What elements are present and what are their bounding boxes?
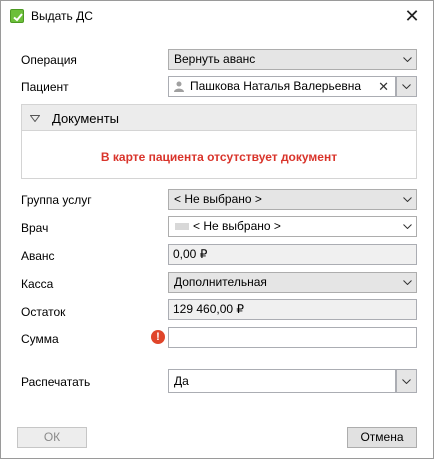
print-dropdown-button[interactable] — [396, 369, 417, 393]
patient-dropdown-button[interactable] — [396, 76, 417, 97]
patient-field[interactable]: Пашкова Наталья Валерьевна ✕ — [168, 76, 396, 97]
chevron-down-icon — [403, 224, 412, 229]
cancel-button[interactable]: Отмена — [347, 427, 417, 448]
ok-button[interactable]: ОК — [17, 427, 87, 448]
advance-label: Аванс — [21, 249, 55, 263]
collapse-triangle-icon — [30, 115, 40, 122]
service-group-label: Группа услуг — [21, 193, 92, 207]
balance-field: 129 460,00 ₽ — [168, 299, 417, 320]
chevron-down-icon — [403, 280, 412, 285]
dialog-window: Выдать ДС ✕ Операция Вернуть аванс Пацие… — [0, 0, 434, 459]
documents-header[interactable]: Документы — [22, 105, 416, 131]
clear-icon[interactable]: ✕ — [378, 77, 389, 96]
doctor-label: Врач — [21, 221, 49, 235]
person-icon — [174, 81, 184, 92]
checkbox-icon — [10, 9, 24, 23]
operation-label: Операция — [21, 53, 77, 67]
window-title: Выдать ДС — [31, 9, 93, 23]
operation-select[interactable]: Вернуть аванс — [168, 49, 417, 70]
documents-warning: В карте пациента отсутствует документ — [100, 150, 338, 164]
operation-value: Вернуть аванс — [174, 52, 256, 66]
cash-desk-select[interactable]: Дополнительная — [168, 272, 417, 293]
patient-label: Пациент — [21, 80, 69, 94]
balance-label: Остаток — [21, 305, 66, 319]
chevron-down-icon — [402, 379, 411, 384]
cash-desk-label: Касса — [21, 277, 54, 291]
close-button[interactable]: ✕ — [401, 6, 423, 26]
error-icon: ! — [151, 330, 165, 344]
patient-name: Пашкова Наталья Валерьевна — [190, 79, 362, 93]
advance-field: 0,00 ₽ — [168, 244, 417, 265]
chevron-down-icon — [403, 57, 412, 62]
print-select[interactable]: Да — [168, 369, 396, 393]
documents-title: Документы — [52, 111, 120, 126]
amount-label: Сумма — [21, 332, 59, 346]
chevron-down-icon — [402, 84, 411, 89]
print-label: Распечатать — [21, 375, 91, 389]
documents-panel: Документы В карте пациента отсутствует д… — [21, 104, 417, 179]
cash-desk-value: Дополнительная — [174, 275, 267, 289]
service-group-select[interactable]: < Не выбрано > — [168, 189, 417, 210]
chevron-down-icon — [403, 197, 412, 202]
doctor-value: < Не выбрано > — [193, 219, 281, 233]
doctor-select[interactable]: < Не выбрано > — [168, 216, 417, 237]
doctor-color-icon — [175, 223, 189, 230]
service-group-value: < Не выбрано > — [174, 192, 262, 206]
title-bar: Выдать ДС ✕ — [1, 1, 433, 31]
amount-input[interactable] — [168, 327, 417, 348]
